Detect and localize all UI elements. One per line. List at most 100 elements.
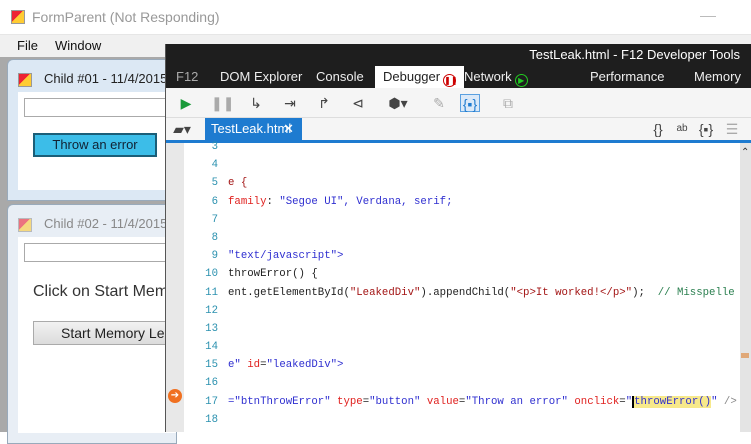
code-token: onclick <box>574 395 620 408</box>
menu-file[interactable]: File <box>17 38 38 53</box>
find-icon[interactable]: ⧉ <box>498 94 518 112</box>
folder-icon[interactable]: ▰▾ <box>172 120 192 138</box>
app-icon <box>18 73 32 87</box>
disconnect-icon[interactable]: ✎ <box>429 94 449 112</box>
line-number: 8 <box>211 231 218 244</box>
code-line: 11 ent.getElementById("LeakedDiv").append… <box>184 284 740 302</box>
code-token: ).appendChild( <box>420 286 511 299</box>
scroll-up-icon[interactable]: ⌃ <box>741 147 749 158</box>
file-tab[interactable]: TestLeak.html ✕ <box>205 118 302 140</box>
code-line: 8 <box>184 229 740 247</box>
code-token: " <box>711 395 724 408</box>
continue-icon[interactable]: ▶ <box>176 94 196 112</box>
step-out-icon[interactable]: ↱ <box>314 94 334 112</box>
file-tab-strip: ▰▾ TestLeak.html ✕ {} ab {▪} ☰ <box>166 118 751 140</box>
break-icon[interactable]: ❚❚ <box>211 94 234 112</box>
child-title: Child #01 - 11/4/2015 1 <box>44 71 179 86</box>
code-token: ); <box>632 286 658 299</box>
code-line: 5 e { <box>184 174 740 192</box>
code-token: "leakedDiv"> <box>266 359 344 372</box>
code-line: 10 throwError() { <box>184 265 740 283</box>
code-line: 3 <box>184 138 740 156</box>
source-map-icon[interactable]: ☰ <box>722 120 742 138</box>
code-token: e" <box>228 359 248 372</box>
minimize-button[interactable] <box>700 16 716 17</box>
line-number: 6 <box>211 195 218 208</box>
line-number: 3 <box>211 141 218 153</box>
code-token: "text/javascript"> <box>228 250 344 263</box>
current-statement-icon[interactable]: ➔ <box>168 389 182 403</box>
line-number: 15 <box>205 359 218 372</box>
menu-window[interactable]: Window <box>55 38 101 53</box>
tab-label: Debugger <box>383 69 441 84</box>
scrollbar[interactable]: ⌃ <box>740 143 751 432</box>
window-title: FormParent (Not Responding) <box>32 9 220 25</box>
app-icon <box>11 10 25 24</box>
exception-behavior-icon[interactable]: ⬢▾ <box>388 94 408 112</box>
code-token: "Throw an error" <box>465 395 575 408</box>
tab-memory[interactable]: Memory <box>694 66 741 88</box>
pretty-print-icon[interactable]: {} <box>648 120 668 138</box>
word-wrap-icon[interactable]: ab <box>672 120 692 138</box>
text-input[interactable] <box>24 98 184 117</box>
code-token: "Segoe UI" <box>279 195 344 208</box>
tab-debugger[interactable]: Debugger ❚❚ <box>375 66 465 88</box>
code-token: /> <box>723 395 737 408</box>
code-token: , Verdana, serif; <box>343 195 453 208</box>
devtools-window: TestLeak.html - F12 Developer Tools F12 … <box>165 44 751 432</box>
code-token: : <box>266 195 280 208</box>
line-number: 9 <box>211 250 218 263</box>
step-into-icon[interactable]: ↳ <box>246 94 266 112</box>
break-on-new-worker-icon[interactable]: ⊲ <box>348 94 368 112</box>
parent-title-bar: FormParent (Not Responding) <box>0 0 751 35</box>
app-icon <box>18 218 32 232</box>
instruction-text: Click on Start Mem <box>33 283 169 300</box>
code-token: throwError() <box>632 395 712 408</box>
throw-error-button[interactable]: Throw an error <box>33 133 157 157</box>
code-line: 15 e" id="leakedDiv"> <box>184 356 740 374</box>
code-token: "<p>It worked!</p>" <box>510 286 633 299</box>
just-my-code-icon[interactable]: {▪} <box>696 120 716 138</box>
devtools-tabs: F12 DOM Explorer Console Debugger ❚❚ Netw… <box>166 66 751 88</box>
line-number: 12 <box>205 304 218 317</box>
tab-label: Network <box>464 69 512 84</box>
devtools-title: TestLeak.html - F12 Developer Tools <box>166 44 751 66</box>
child-window-2[interactable]: Child #02 - 11/4/2015 1 Click on Start M… <box>7 204 193 444</box>
child-window-1[interactable]: Child #01 - 11/4/2015 1 Throw an error <box>7 59 184 201</box>
tab-performance[interactable]: Performance <box>590 66 664 88</box>
code-line: 18 <box>184 411 740 429</box>
line-number: 13 <box>205 322 218 335</box>
line-number: 17 <box>205 395 218 408</box>
tab-dom-explorer[interactable]: DOM Explorer <box>220 66 302 88</box>
code-line: 9 "text/javascript"> <box>184 247 740 265</box>
child-title: Child #02 - 11/4/2015 1 <box>44 216 179 231</box>
code-token: id <box>247 359 261 372</box>
tab-f12[interactable]: F12 <box>176 66 198 88</box>
code-line: 12 <box>184 302 740 320</box>
code-line: 6 family: "Segoe UI", Verdana, serif; <box>184 193 740 211</box>
line-number: 18 <box>205 413 218 426</box>
just-my-code-icon[interactable]: {▪} <box>460 94 480 112</box>
code-line: 7 <box>184 211 740 229</box>
line-number: 7 <box>211 213 218 226</box>
code-token: "LeakedDiv" <box>349 286 421 299</box>
tab-console[interactable]: Console <box>316 66 364 88</box>
code-token: family <box>228 195 267 208</box>
code-token: ="btnThrowError" <box>228 395 338 408</box>
code-token: value <box>426 395 459 408</box>
close-icon[interactable]: ✕ <box>283 118 294 140</box>
code-token: ent.getElementById( <box>228 286 350 299</box>
breakpoint-marker <box>741 353 749 358</box>
text-input[interactable] <box>24 243 184 262</box>
code-line: 4 <box>184 156 740 174</box>
code-line: 14 <box>184 338 740 356</box>
code-editor[interactable]: 3 4 5 e { 6 family: "Segoe UI", Verdana, seri… <box>184 138 740 432</box>
code-token: // Misspelle <box>657 286 735 299</box>
tab-network[interactable]: Network ▶ <box>464 66 528 88</box>
play-icon: ▶ <box>514 74 528 87</box>
code-line: 13 <box>184 320 740 338</box>
file-tab-label: TestLeak.html <box>211 121 292 136</box>
code-token: e { <box>228 177 248 190</box>
step-over-icon[interactable]: ⇥ <box>280 94 300 112</box>
line-number: 5 <box>211 177 218 190</box>
